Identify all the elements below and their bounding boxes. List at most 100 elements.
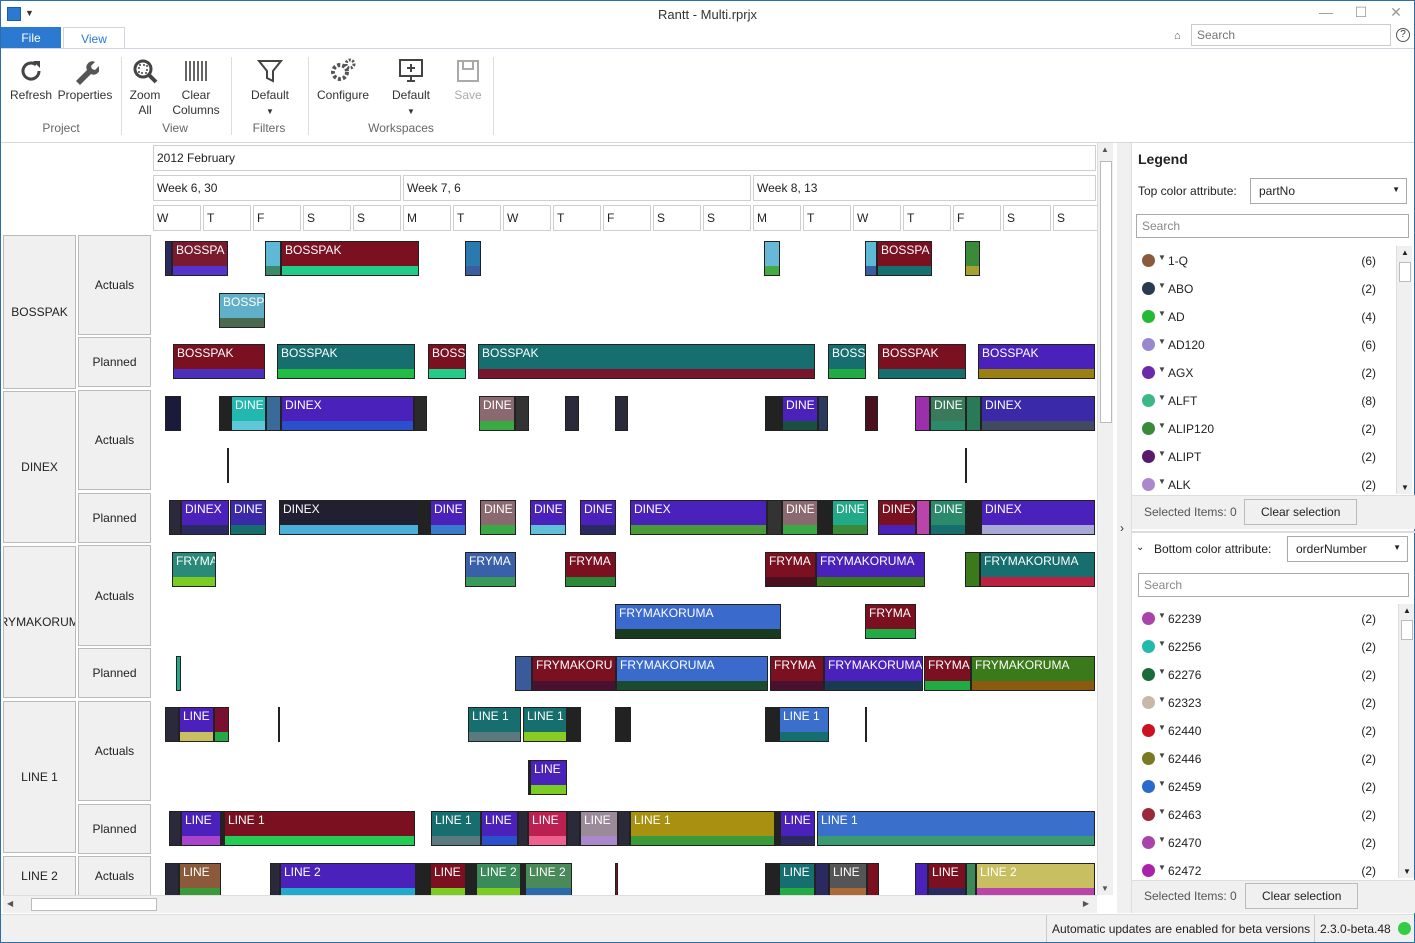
color-swatch[interactable]	[1142, 282, 1155, 295]
task-bar[interactable]: BOSSPAK	[281, 241, 419, 276]
legend-item[interactable]: ▼ ALFT (8)	[1140, 386, 1384, 414]
task-bar[interactable]: DINEX	[281, 396, 414, 431]
chevron-right-icon[interactable]: ›	[1120, 521, 1124, 535]
task-bar[interactable]: BOSSPA	[877, 241, 932, 276]
task-bar[interactable]: LINE 2	[976, 863, 1095, 898]
task-sliver[interactable]	[419, 500, 430, 535]
tab-file[interactable]: File	[1, 27, 61, 49]
task-bar[interactable]: BOSSP	[219, 293, 265, 328]
task-bar[interactable]: LINE 1	[817, 811, 1095, 846]
task-bar[interactable]: BOSSPAK	[478, 344, 815, 379]
top-color-select[interactable]: partNo ▼	[1250, 178, 1407, 204]
legend-item[interactable]: ▼ AGX (2)	[1140, 358, 1384, 386]
task-bar[interactable]: DINE	[930, 396, 966, 431]
task-sliver[interactable]	[518, 811, 528, 846]
color-swatch[interactable]	[1142, 696, 1155, 709]
legend-item[interactable]: ▼ 62472 (2)	[1140, 856, 1384, 880]
task-sliver[interactable]	[165, 707, 179, 742]
task-bar[interactable]: DINE	[479, 396, 515, 431]
task-bar[interactable]: BOSSPAK	[173, 344, 265, 379]
task-bar[interactable]: FRYMA	[172, 552, 216, 587]
legend-item[interactable]: ▼ 62459 (2)	[1140, 772, 1384, 800]
color-swatch[interactable]	[1142, 752, 1155, 765]
chevron-down-icon[interactable]: ▼	[1158, 611, 1166, 620]
legend-item[interactable]: ▼ 62239 (2)	[1140, 604, 1384, 632]
task-sliver[interactable]	[765, 707, 779, 742]
color-swatch[interactable]	[1142, 668, 1155, 681]
task-bar[interactable]: LINE	[528, 811, 567, 846]
task-bar[interactable]: FRYMAKORU	[532, 656, 616, 691]
task-sliver[interactable]	[915, 396, 930, 431]
refresh-button[interactable]: Refresh	[9, 57, 53, 103]
task-bar[interactable]: LINE 2	[476, 863, 521, 898]
task-bar[interactable]: LINE 1	[523, 707, 567, 742]
task-bar[interactable]: DINE	[782, 500, 818, 535]
task-bar[interactable]: LINE 1	[431, 811, 481, 846]
chevron-down-icon[interactable]: ▼	[1158, 309, 1166, 318]
task-sliver[interactable]	[915, 863, 928, 898]
task-bar[interactable]: DINEX	[981, 500, 1095, 535]
task-sliver[interactable]	[765, 396, 782, 431]
legend-bottom-search[interactable]: Search	[1138, 573, 1409, 597]
task-sliver[interactable]	[165, 241, 172, 276]
task-bar[interactable]: DINEX	[630, 500, 767, 535]
task-bar[interactable]: FRYMA	[865, 604, 916, 639]
task-sliver[interactable]	[818, 500, 832, 535]
color-swatch[interactable]	[1142, 612, 1155, 625]
task-sliver[interactable]	[567, 811, 580, 846]
task-bar[interactable]: LINE	[829, 863, 867, 898]
task-sliver[interactable]	[765, 863, 779, 898]
chevron-down-icon[interactable]: ▼	[1158, 667, 1166, 676]
task-bar[interactable]: FRYMAKORUMA	[824, 656, 923, 691]
task-sliver[interactable]	[865, 707, 867, 742]
task-sliver[interactable]	[966, 396, 981, 431]
task-sliver[interactable]	[567, 707, 581, 742]
task-sliver[interactable]	[965, 552, 980, 587]
task-bar[interactable]: FRYMAKORUMA	[615, 604, 781, 639]
task-sliver[interactable]	[515, 396, 529, 431]
task-bar[interactable]: DINE	[930, 500, 966, 535]
color-swatch[interactable]	[1142, 808, 1155, 821]
task-sliver[interactable]	[416, 863, 430, 898]
task-bar[interactable]: FRYMAKORUMA	[980, 552, 1095, 587]
chevron-down-icon[interactable]: ▼	[1158, 863, 1166, 872]
task-bar[interactable]: LINE	[430, 863, 466, 898]
chevron-down-icon[interactable]: ▼	[1158, 639, 1166, 648]
save-button[interactable]: Save	[447, 57, 489, 103]
legend-collapse-toggle[interactable]: ›	[1117, 143, 1131, 913]
task-bar[interactable]: DINEX	[981, 396, 1095, 431]
bottom-list-scrollbar[interactable]: ▲ ▼	[1398, 604, 1414, 878]
zoom-all-button[interactable]: Zoom All	[125, 57, 165, 118]
task-bar[interactable]: DINE	[430, 500, 466, 535]
task-sliver[interactable]	[867, 863, 879, 898]
legend-item[interactable]: ▼ 62276 (2)	[1140, 660, 1384, 688]
task-sliver[interactable]	[565, 396, 579, 431]
task-bar[interactable]: LINE	[179, 707, 214, 742]
search-input[interactable]	[1191, 24, 1391, 46]
task-sliver[interactable]	[227, 448, 229, 483]
task-bar[interactable]: FRYMAKORUMA	[816, 552, 925, 587]
legend-top-search[interactable]: Search	[1136, 214, 1409, 238]
task-bar[interactable]: LINE	[179, 863, 221, 898]
task-bar[interactable]	[965, 241, 980, 276]
legend-item[interactable]: ▼ 62463 (2)	[1140, 800, 1384, 828]
bottom-color-select[interactable]: orderNumber ▼	[1287, 536, 1408, 562]
legend-item[interactable]: ▼ 62256 (2)	[1140, 632, 1384, 660]
chevron-down-icon[interactable]: ▼	[1158, 807, 1166, 816]
chevron-down-icon[interactable]: ▼	[1158, 393, 1166, 402]
task-bar[interactable]: LINE	[580, 811, 618, 846]
legend-item[interactable]: ▼ 62323 (2)	[1140, 688, 1384, 716]
chart-vertical-scrollbar[interactable]: ▲ ▼	[1097, 143, 1113, 895]
color-swatch[interactable]	[1142, 864, 1155, 877]
task-bar[interactable]: DINE	[580, 500, 616, 535]
task-bar[interactable]: DINE	[480, 500, 516, 535]
task-bar[interactable]: BOSS	[428, 344, 466, 379]
task-bar[interactable]: LINE 1	[779, 707, 829, 742]
task-bar[interactable]: LINE 1	[630, 811, 775, 846]
task-sliver[interactable]	[818, 396, 828, 431]
chevron-down-icon[interactable]: ▼	[1158, 449, 1166, 458]
task-bar[interactable]	[465, 241, 481, 276]
task-bar[interactable]: BOSSPA	[172, 241, 228, 276]
task-bar[interactable]: FRYMAKORUMA	[971, 656, 1095, 691]
chevron-down-icon[interactable]: ⌄	[1136, 542, 1144, 553]
